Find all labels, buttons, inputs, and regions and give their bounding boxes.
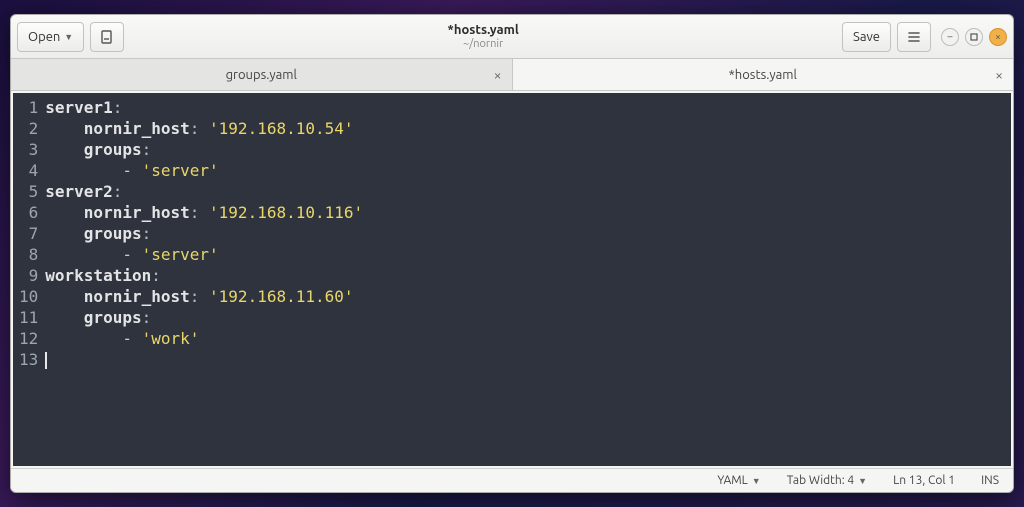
editor-window: Open ▼ *hosts.yaml ~/nornir Save –	[10, 14, 1014, 493]
minimize-button[interactable]: –	[941, 28, 959, 46]
code-line[interactable]: server1:	[45, 97, 363, 118]
editor-area[interactable]: 12345678910111213 server1: nornir_host: …	[13, 93, 1011, 466]
code-line[interactable]: groups:	[45, 307, 363, 328]
language-label: YAML	[717, 474, 747, 487]
position-label: Ln 13, Col 1	[893, 474, 955, 487]
chevron-down-icon: ▼	[64, 32, 73, 42]
text-cursor	[45, 352, 47, 369]
document-new-icon	[99, 29, 115, 45]
line-number: 5	[19, 181, 38, 202]
close-icon: ×	[995, 31, 1001, 42]
tab-width-label: Tab Width: 4	[787, 474, 854, 487]
code-line[interactable]: groups:	[45, 139, 363, 160]
minimize-icon: –	[948, 31, 953, 42]
line-number: 13	[19, 349, 38, 370]
code-content[interactable]: server1: nornir_host: '192.168.10.54' gr…	[43, 93, 363, 466]
window-controls: – ×	[941, 28, 1007, 46]
tab-hosts-yaml[interactable]: *hosts.yaml ×	[513, 59, 1014, 90]
line-number: 12	[19, 328, 38, 349]
open-button[interactable]: Open ▼	[17, 22, 84, 52]
save-label: Save	[853, 30, 880, 44]
close-button[interactable]: ×	[989, 28, 1007, 46]
code-line[interactable]: - 'server'	[45, 160, 363, 181]
save-button[interactable]: Save	[842, 22, 891, 52]
line-number: 6	[19, 202, 38, 223]
chevron-down-icon: ▼	[752, 476, 761, 486]
insert-mode-label: INS	[981, 474, 999, 487]
title-center: *hosts.yaml ~/nornir	[130, 23, 836, 49]
line-number: 8	[19, 244, 38, 265]
code-line[interactable]: - 'server'	[45, 244, 363, 265]
code-line[interactable]: groups:	[45, 223, 363, 244]
tab-label: *hosts.yaml	[729, 68, 797, 82]
language-selector[interactable]: YAML ▼	[717, 474, 760, 487]
code-line[interactable]: nornir_host: '192.168.10.116'	[45, 202, 363, 223]
maximize-button[interactable]	[965, 28, 983, 46]
hamburger-icon	[906, 29, 922, 45]
line-number: 7	[19, 223, 38, 244]
line-number: 10	[19, 286, 38, 307]
line-number: 11	[19, 307, 38, 328]
code-line[interactable]: - 'work'	[45, 328, 363, 349]
tab-close-icon[interactable]: ×	[995, 67, 1003, 83]
line-number: 9	[19, 265, 38, 286]
line-number-gutter: 12345678910111213	[13, 93, 43, 466]
window-title: *hosts.yaml	[130, 23, 836, 37]
code-line[interactable]: server2:	[45, 181, 363, 202]
maximize-icon	[970, 33, 978, 41]
chevron-down-icon: ▼	[858, 476, 867, 486]
code-line[interactable]: nornir_host: '192.168.11.60'	[45, 286, 363, 307]
window-subtitle: ~/nornir	[130, 38, 836, 50]
open-label: Open	[28, 30, 60, 44]
titlebar: Open ▼ *hosts.yaml ~/nornir Save –	[11, 15, 1013, 59]
tab-width-selector[interactable]: Tab Width: 4 ▼	[787, 474, 867, 487]
code-line[interactable]: workstation:	[45, 265, 363, 286]
cursor-position[interactable]: Ln 13, Col 1	[893, 474, 955, 487]
new-tab-button[interactable]	[90, 22, 124, 52]
hamburger-menu-button[interactable]	[897, 22, 931, 52]
insert-mode[interactable]: INS	[981, 474, 999, 487]
code-line[interactable]	[45, 349, 363, 370]
line-number: 3	[19, 139, 38, 160]
code-line[interactable]: nornir_host: '192.168.10.54'	[45, 118, 363, 139]
line-number: 1	[19, 97, 38, 118]
line-number: 2	[19, 118, 38, 139]
tab-label: groups.yaml	[226, 68, 297, 82]
line-number: 4	[19, 160, 38, 181]
tab-groups-yaml[interactable]: groups.yaml ×	[11, 59, 513, 90]
tab-close-icon[interactable]: ×	[494, 67, 502, 83]
tab-bar: groups.yaml × *hosts.yaml ×	[11, 59, 1013, 91]
status-bar: YAML ▼ Tab Width: 4 ▼ Ln 13, Col 1 INS	[11, 468, 1013, 492]
